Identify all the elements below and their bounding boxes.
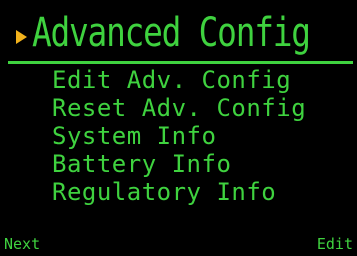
softkey-next-button[interactable]: Next: [4, 236, 40, 252]
softkey-edit-button[interactable]: Edit: [317, 236, 353, 252]
device-screen: Advanced Config Edit Adv. Config Reset A…: [0, 0, 357, 256]
menu-item-regulatory-info[interactable]: Regulatory Info: [52, 178, 306, 206]
menu-list: Edit Adv. Config Reset Adv. Config Syste…: [52, 66, 306, 206]
selection-cursor-icon: [16, 30, 27, 44]
menu-item-edit-adv-config[interactable]: Edit Adv. Config: [52, 66, 306, 94]
header-divider: [8, 61, 353, 64]
menu-item-reset-adv-config[interactable]: Reset Adv. Config: [52, 94, 306, 122]
menu-item-battery-info[interactable]: Battery Info: [52, 150, 306, 178]
menu-item-system-info[interactable]: System Info: [52, 122, 306, 150]
menu-title: Advanced Config: [32, 10, 311, 56]
menu-header: Advanced Config: [8, 6, 353, 60]
